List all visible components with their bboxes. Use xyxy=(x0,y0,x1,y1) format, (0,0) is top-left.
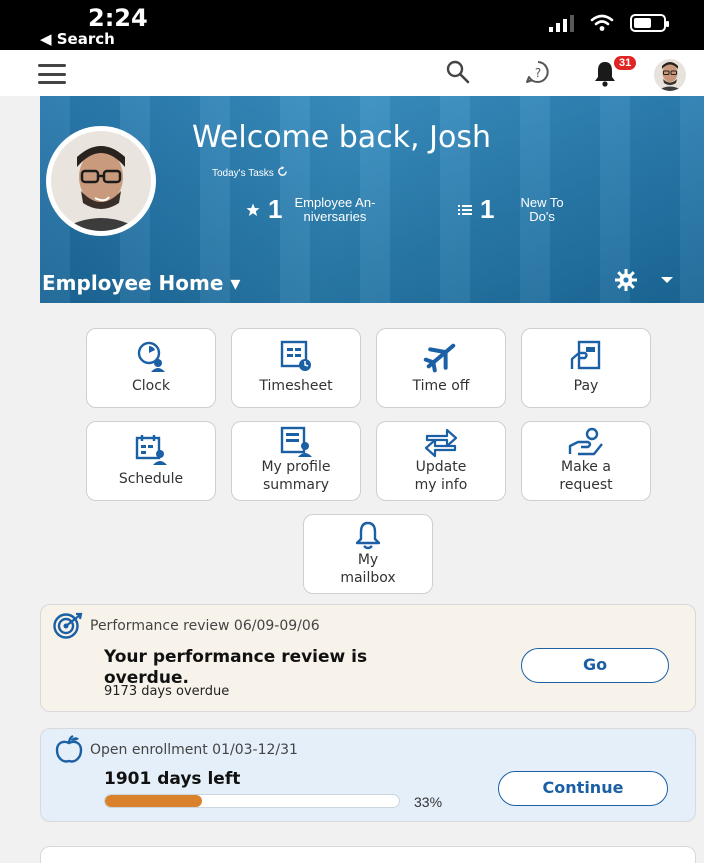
status-bar: 2:24 ◀ Search xyxy=(0,0,704,50)
tile-time-off-label: Time off xyxy=(412,378,470,394)
next-card xyxy=(40,846,696,863)
performance-review-period: Performance review 06/09-09/06 xyxy=(90,618,320,634)
open-enrollment-days-left: 1901 days left xyxy=(104,769,241,789)
open-enrollment-period: Open enrollment 01/03-12/31 xyxy=(90,742,298,758)
tile-my-mailbox[interactable]: My mailbox xyxy=(303,514,433,594)
airplane-icon xyxy=(423,343,456,373)
todays-tasks-label: Today's Tasks xyxy=(212,168,274,179)
apple-icon xyxy=(55,735,83,763)
chevron-down-icon xyxy=(661,277,674,283)
tile-clock[interactable]: Clock xyxy=(86,328,216,408)
tile-pay[interactable]: Pay xyxy=(521,328,651,408)
anniversaries-label-line2: niversaries xyxy=(303,208,367,224)
target-icon xyxy=(53,612,83,639)
menu-icon[interactable] xyxy=(38,64,66,84)
welcome-heading: Welcome back, Josh xyxy=(192,120,491,155)
dashboard-settings-button[interactable] xyxy=(614,268,674,292)
tile-update-my-info-label-line1: Update xyxy=(415,459,467,475)
app-toolbar: ? 31 xyxy=(0,50,704,96)
status-time: 2:24 xyxy=(88,4,148,32)
help-icon[interactable]: ? xyxy=(524,58,552,86)
tile-my-profile-summary-label-line1: My profile xyxy=(261,459,331,475)
tile-timesheet-label: Timesheet xyxy=(259,378,333,394)
tile-my-profile-summary[interactable]: My profile summary xyxy=(231,421,361,501)
timesheet-icon xyxy=(280,340,311,371)
gear-icon xyxy=(615,269,637,291)
open-enrollment-progress-fill xyxy=(105,795,203,807)
user-avatar-large[interactable] xyxy=(46,126,156,236)
star-icon xyxy=(246,203,260,216)
todos-label-line2: Do's xyxy=(529,208,555,224)
profile-avatar[interactable] xyxy=(654,59,686,91)
tile-update-my-info[interactable]: Update my info xyxy=(376,421,506,501)
notification-count-badge: 31 xyxy=(614,56,637,70)
open-enrollment-progress-bar xyxy=(104,794,400,808)
anniversaries-stat[interactable]: 1 Employee An- niversaries xyxy=(246,194,375,225)
search-icon[interactable] xyxy=(444,58,472,86)
anniversaries-count: 1 xyxy=(268,194,283,224)
pay-icon xyxy=(570,340,601,370)
performance-review-overdue-days: 9173 days overdue xyxy=(104,684,230,699)
request-hand-icon xyxy=(568,427,603,456)
tile-my-mailbox-label-line2: mailbox xyxy=(340,570,396,586)
svg-text:?: ? xyxy=(535,66,541,80)
anniversaries-label-line1: Employee An- xyxy=(294,194,376,210)
tile-pay-label: Pay xyxy=(573,378,599,394)
tile-time-off[interactable]: Time off xyxy=(376,328,506,408)
status-icons xyxy=(549,14,669,32)
schedule-icon xyxy=(135,435,167,465)
tile-my-mailbox-label-line1: My xyxy=(357,552,379,568)
bell-outline-icon xyxy=(355,521,381,550)
open-enrollment-progress-percent: 33% xyxy=(414,794,443,810)
todos-count: 1 xyxy=(480,194,495,224)
dashboard-selector[interactable]: Employee Home ▾ xyxy=(42,271,240,295)
performance-review-heading-line1: Your performance review is xyxy=(104,647,368,667)
tile-clock-label: Clock xyxy=(131,378,171,394)
tile-timesheet[interactable]: Timesheet xyxy=(231,328,361,408)
tile-schedule-label: Schedule xyxy=(118,471,184,487)
refresh-icon xyxy=(277,166,287,176)
battery-icon xyxy=(630,14,669,32)
tile-make-a-request[interactable]: Make a request xyxy=(521,421,651,501)
clock-icon xyxy=(137,341,165,372)
todos-label-line1: New To xyxy=(520,194,564,210)
tile-my-profile-summary-label-line2: summary xyxy=(262,477,330,493)
profile-summary-icon xyxy=(280,426,312,457)
welcome-banner: Welcome back, Josh Today's Tasks 1 Emplo… xyxy=(40,96,704,303)
tile-make-a-request-label-line1: Make a xyxy=(561,459,611,475)
performance-review-go-button[interactable]: Go xyxy=(521,648,669,683)
list-icon xyxy=(458,204,472,215)
update-arrows-icon xyxy=(424,428,458,458)
cellular-signal-icon xyxy=(549,14,574,32)
tile-make-a-request-label-line2: request xyxy=(559,477,613,493)
tile-update-my-info-label-line2: my info xyxy=(414,477,468,493)
todos-stat[interactable]: 1 New To Do's xyxy=(458,194,564,225)
wifi-icon xyxy=(590,14,614,31)
back-to-search-link[interactable]: ◀ Search xyxy=(40,30,115,48)
todays-tasks-link[interactable]: Today's Tasks xyxy=(212,166,288,179)
tile-schedule[interactable]: Schedule xyxy=(86,421,216,501)
open-enrollment-continue-button[interactable]: Continue xyxy=(498,771,668,806)
